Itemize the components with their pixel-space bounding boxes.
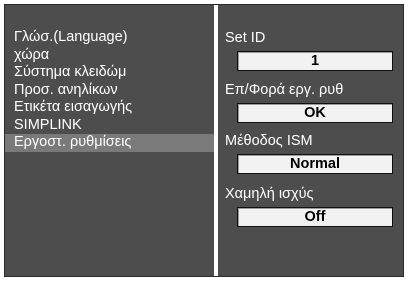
- low-power-value-box[interactable]: Off: [237, 207, 393, 227]
- set-id-value-box[interactable]: 1: [237, 51, 393, 71]
- option-menu-list: Γλώσ.(Language) χώρα Σύστημα κλειδώμ Προ…: [5, 29, 214, 152]
- menu-item-language[interactable]: Γλώσ.(Language): [5, 29, 214, 47]
- set-id-label: Set ID: [225, 30, 266, 46]
- factory-reset-ok-button[interactable]: OK: [237, 103, 393, 123]
- tv-setup-menu: Γλώσ.(Language) χώρα Σύστημα κλειδώμ Προ…: [4, 4, 404, 277]
- ism-method-value-box[interactable]: Normal: [237, 154, 393, 174]
- menu-item-simplink[interactable]: SIMPLINK: [5, 117, 214, 135]
- menu-item-input-label[interactable]: Ετικέτα εισαγωγής: [5, 99, 214, 117]
- menu-item-parental-guidance[interactable]: Προσ. ανηλίκων: [5, 82, 214, 100]
- menu-item-country[interactable]: χώρα: [5, 47, 214, 65]
- factory-reset-label: Επ/Φορά εργ. ρυθ: [225, 82, 344, 98]
- panel-divider: [214, 5, 218, 276]
- ism-method-label: Μέθοδος ISM: [225, 133, 313, 149]
- low-power-label: Χαμηλή ισχύς: [225, 186, 314, 202]
- menu-item-factory-settings[interactable]: Εργοστ. ρυθμίσεις: [5, 134, 214, 152]
- menu-item-lock-system[interactable]: Σύστημα κλειδώμ: [5, 64, 214, 82]
